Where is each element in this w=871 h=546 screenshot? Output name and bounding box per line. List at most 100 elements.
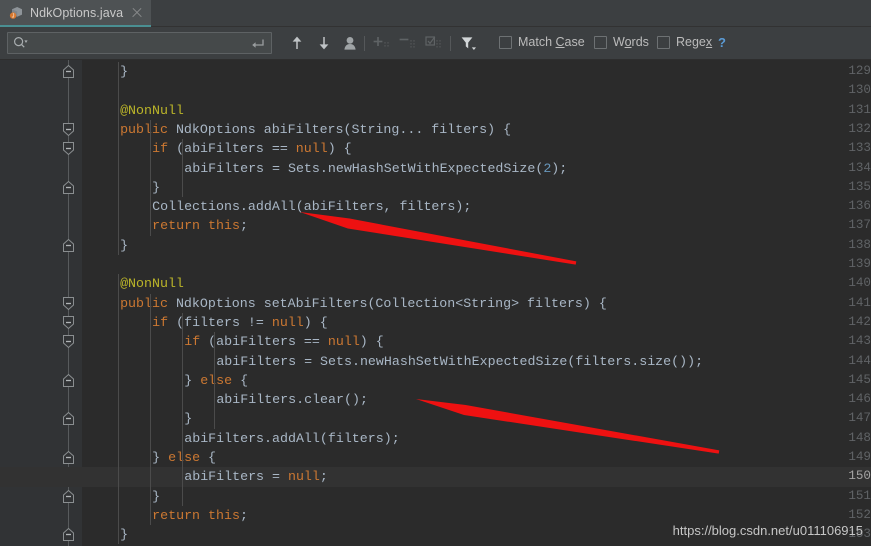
line-number: 132 xyxy=(848,121,871,136)
editor-tab-bar: J NdkOptions.java xyxy=(0,0,871,27)
close-icon[interactable] xyxy=(131,7,143,19)
line-number: 150 xyxy=(848,469,871,484)
line-number: 145 xyxy=(848,372,871,387)
code-line-144[interactable]: 144 abiFilters = Sets.newHashSetWithExpec… xyxy=(0,352,871,371)
code-line-129[interactable]: 129} xyxy=(0,62,871,81)
code-line-135[interactable]: 135} xyxy=(0,178,871,197)
fold-marker-129[interactable] xyxy=(61,64,76,79)
code-line-136[interactable]: 136 Collections.addAll(abiFilters, filter… xyxy=(0,197,871,216)
checkbox-indicator[interactable] xyxy=(499,35,512,49)
code-line-138[interactable]: 138} xyxy=(0,236,871,255)
search-input[interactable] xyxy=(29,36,250,50)
code-text: if (filters != null) { xyxy=(152,314,328,330)
code-text: abiFilters.addAll(filters); xyxy=(184,430,400,446)
code-editor[interactable]: 129} 130 131 @NonNull 132 public NdkOptions a… xyxy=(0,60,871,546)
line-number: 148 xyxy=(848,430,871,445)
code-line-137[interactable]: 137 return this; xyxy=(0,216,871,235)
indent-guide xyxy=(149,293,151,526)
fold-marker-153[interactable] xyxy=(61,527,76,542)
indent-guide xyxy=(117,274,119,545)
fold-marker-149[interactable] xyxy=(61,450,76,465)
code-text: return this; xyxy=(152,218,248,234)
code-line-148[interactable]: 148 abiFilters.addAll(filters); xyxy=(0,429,871,448)
code-line-149[interactable]: 149} else { xyxy=(0,448,871,467)
fold-marker-143[interactable] xyxy=(61,334,76,349)
toolbar-separator-1 xyxy=(364,36,365,51)
fold-marker-133[interactable] xyxy=(61,141,76,156)
indent-guide xyxy=(181,312,183,506)
fold-marker-151[interactable] xyxy=(61,489,76,504)
words-checkbox[interactable]: Words xyxy=(594,35,649,49)
line-number: 144 xyxy=(848,353,871,368)
line-number: 146 xyxy=(848,392,871,407)
code-text: abiFilters.clear(); xyxy=(216,392,368,408)
find-toolbar: Match Case Words Regex ? xyxy=(0,27,871,60)
fold-marker-142[interactable] xyxy=(61,315,76,330)
code-text: } xyxy=(184,411,193,427)
checkbox-indicator[interactable] xyxy=(594,35,607,49)
search-icon[interactable] xyxy=(13,36,29,50)
line-number: 143 xyxy=(848,334,871,349)
line-number: 137 xyxy=(848,218,871,233)
code-line-143[interactable]: 143 if (abiFilters == null) { xyxy=(0,332,871,351)
code-line-140[interactable]: 140 @NonNull xyxy=(0,274,871,293)
fold-marker-147[interactable] xyxy=(61,411,76,426)
code-line-141[interactable]: 141 public NdkOptions setAbiFilters(Colle… xyxy=(0,294,871,313)
code-text: if (abiFilters == null) { xyxy=(152,141,352,157)
fold-marker-138[interactable] xyxy=(61,238,76,253)
code-line-134[interactable]: 134 abiFilters = Sets.newHashSetWithExpec… xyxy=(0,159,871,178)
code-text: } xyxy=(152,179,161,195)
indent-guide xyxy=(181,139,183,198)
code-line-139[interactable]: 139 xyxy=(0,255,871,274)
line-number: 129 xyxy=(848,64,871,78)
add-selection-button[interactable] xyxy=(371,32,393,54)
code-line-142[interactable]: 142 if (filters != null) { xyxy=(0,313,871,332)
editor-tab-label: NdkOptions.java xyxy=(30,5,124,20)
fold-marker-145[interactable] xyxy=(61,373,76,388)
code-line-132[interactable]: 132 public NdkOptions abiFilters(String..… xyxy=(0,120,871,139)
line-number: 139 xyxy=(848,257,871,271)
arrow-up-icon xyxy=(292,36,302,49)
code-text: public NdkOptions setAbiFilters(Collecti… xyxy=(120,295,607,311)
match-case-checkbox[interactable]: Match Case xyxy=(499,35,585,49)
code-line-146[interactable]: 146 abiFilters.clear(); xyxy=(0,390,871,409)
code-line-145[interactable]: 145} else { xyxy=(0,371,871,390)
find-next-button[interactable] xyxy=(313,32,335,54)
code-text: @NonNull xyxy=(120,276,184,292)
code-line-150[interactable]: 150 abiFilters = null; xyxy=(0,467,871,487)
funnel-icon xyxy=(461,37,476,50)
filter-button[interactable] xyxy=(458,32,480,54)
line-number: 131 xyxy=(848,102,871,117)
indent-guide xyxy=(213,332,215,429)
fold-marker-132[interactable] xyxy=(61,122,76,137)
help-icon[interactable]: ? xyxy=(718,35,726,50)
code-line-131[interactable]: 131 @NonNull xyxy=(0,101,871,120)
editor-tab-ndkoptions[interactable]: J NdkOptions.java xyxy=(0,0,152,27)
line-number: 134 xyxy=(848,160,871,175)
code-line-151[interactable]: 151} xyxy=(0,487,871,506)
checkbox-lines-icon xyxy=(425,36,441,48)
code-text: } xyxy=(120,527,129,543)
line-number: 147 xyxy=(848,411,871,426)
enter-arrow-icon[interactable] xyxy=(250,37,264,49)
code-line-133[interactable]: 133 if (abiFilters == null) { xyxy=(0,139,871,158)
person-silhouette-icon xyxy=(344,37,356,50)
words-label: Words xyxy=(613,35,649,49)
regex-checkbox[interactable]: Regex xyxy=(657,35,712,49)
find-previous-button[interactable] xyxy=(286,32,308,54)
fold-marker-135[interactable] xyxy=(61,180,76,195)
code-text: } xyxy=(120,64,129,79)
select-all-occurrences-button[interactable] xyxy=(339,32,361,54)
indent-guide xyxy=(117,62,119,255)
select-all-button[interactable] xyxy=(423,32,445,54)
fold-marker-141[interactable] xyxy=(61,296,76,311)
checkbox-indicator[interactable] xyxy=(657,35,670,49)
regex-label: Regex xyxy=(676,35,713,49)
line-number: 130 xyxy=(848,83,871,98)
remove-selection-button[interactable] xyxy=(397,32,419,54)
toolbar-separator-2 xyxy=(450,36,451,51)
search-field[interactable] xyxy=(7,32,272,54)
code-line-147[interactable]: 147} xyxy=(0,409,871,428)
code-line-130[interactable]: 130 xyxy=(0,81,871,100)
code-text: } xyxy=(152,488,161,504)
